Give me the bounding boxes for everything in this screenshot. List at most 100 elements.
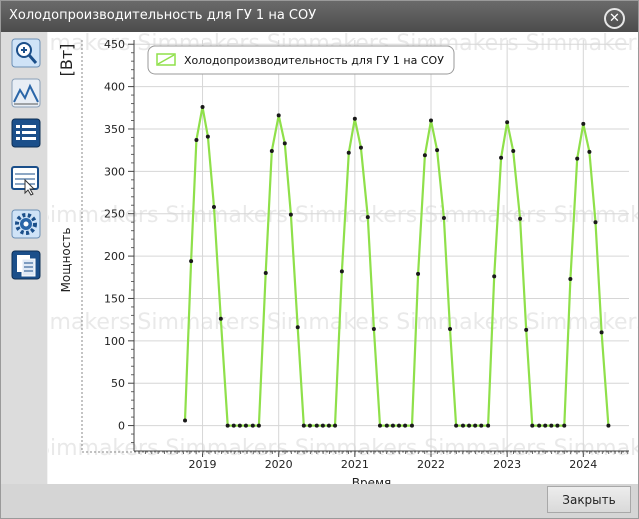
y-tick-label: 100 <box>104 335 125 348</box>
table-button[interactable] <box>11 166 41 196</box>
zoom-button[interactable] <box>11 38 41 68</box>
data-point <box>568 276 573 281</box>
table-pointer-icon <box>11 166 39 196</box>
legend-label: Холодопроизводительность для ГУ 1 на СОУ <box>184 54 444 67</box>
data-point <box>371 326 376 331</box>
data-point <box>486 423 491 428</box>
footer: Закрыть <box>1 484 638 518</box>
data-point <box>250 423 255 428</box>
toolbar <box>1 32 47 484</box>
data-point <box>454 423 459 428</box>
data-point <box>326 423 331 428</box>
data-point <box>441 215 446 220</box>
x-tick-label: 2024 <box>569 458 597 471</box>
data-point <box>460 423 465 428</box>
data-point <box>352 116 357 121</box>
close-icon[interactable]: ✕ <box>604 8 625 29</box>
chart-window: Холодопроизводительность для ГУ 1 на СОУ… <box>0 0 639 519</box>
data-point <box>269 149 274 154</box>
data-point <box>237 423 242 428</box>
data-point <box>282 141 287 146</box>
data-point <box>314 423 319 428</box>
data-point <box>276 113 281 118</box>
y-tick-label: 0 <box>118 420 125 433</box>
data-point <box>429 118 433 123</box>
data-point <box>505 120 510 125</box>
data-point <box>256 423 261 428</box>
data-point <box>435 148 440 153</box>
data-point <box>599 330 604 335</box>
data-point <box>225 423 230 428</box>
data-point <box>320 423 325 428</box>
data-point <box>301 423 306 428</box>
data-point <box>593 220 598 225</box>
data-point <box>587 149 592 154</box>
data-point <box>537 423 542 428</box>
line-chart: Simmakers Simmakers Simmakers Simmakers … <box>8 31 639 490</box>
y-tick-label: 400 <box>104 81 125 94</box>
data-point <box>543 423 548 428</box>
data-point <box>346 150 351 155</box>
data-point <box>263 271 268 276</box>
mountains-icon <box>11 78 41 108</box>
y-tick-label: 250 <box>104 208 125 221</box>
x-tick-label: 2020 <box>265 458 293 471</box>
window-title: Холодопроизводительность для ГУ 1 на СОУ <box>9 8 317 23</box>
data-point <box>211 204 216 209</box>
data-point <box>416 271 421 276</box>
data-point <box>606 423 611 428</box>
data-point <box>467 423 472 428</box>
close-button[interactable]: Закрыть <box>547 486 631 513</box>
data-point <box>295 325 300 330</box>
legend-button[interactable] <box>11 118 41 148</box>
data-point <box>189 259 194 264</box>
data-point <box>562 423 567 428</box>
watermark-text: Simmakers Simmakers Simmakers Simmakers … <box>48 203 638 228</box>
watermark-text: Simmakers Simmakers Simmakers Simmakers … <box>48 310 638 335</box>
y-axis-label: Мощность <box>59 228 73 293</box>
x-axis-label: Время <box>352 476 392 484</box>
data-point <box>409 423 414 428</box>
data-point <box>403 423 408 428</box>
x-tick-label: 2022 <box>417 458 445 471</box>
x-tick-label: 2019 <box>189 458 217 471</box>
data-point <box>549 423 554 428</box>
data-point <box>365 215 370 220</box>
y-tick-label: 50 <box>111 377 125 390</box>
x-tick-label: 2023 <box>493 458 521 471</box>
list-icon <box>11 118 41 148</box>
data-point <box>575 156 580 161</box>
settings-button[interactable] <box>11 209 41 239</box>
data-point <box>205 134 210 139</box>
data-point <box>422 153 427 158</box>
data-point <box>183 418 188 423</box>
title-bar[interactable]: Холодопроизводительность для ГУ 1 на СОУ… <box>1 1 638 32</box>
y-tick-label: 450 <box>104 38 125 51</box>
data-point <box>479 423 484 428</box>
data-point <box>243 423 248 428</box>
data-point <box>581 121 586 126</box>
data-point <box>397 423 402 428</box>
chart-area: Simmakers Simmakers Simmakers Simmakers … <box>8 31 639 490</box>
data-point <box>358 145 363 150</box>
data-point <box>448 326 453 331</box>
data-point <box>333 423 338 428</box>
data-point <box>231 423 236 428</box>
copy-button[interactable] <box>11 250 41 280</box>
data-point <box>384 423 389 428</box>
zoom-icon <box>11 38 41 68</box>
data-point <box>492 274 497 279</box>
data-point <box>377 423 382 428</box>
copy-icon <box>11 250 41 280</box>
gear-icon <box>11 209 41 239</box>
view-all-button[interactable] <box>11 78 41 108</box>
data-point <box>518 216 523 221</box>
y-tick-label: 300 <box>104 165 125 178</box>
data-point <box>473 423 478 428</box>
data-point <box>524 327 529 332</box>
data-point <box>499 155 504 160</box>
data-point <box>390 423 395 428</box>
y-tick-label: 350 <box>104 123 125 136</box>
data-point <box>511 149 516 154</box>
x-tick-label: 2021 <box>341 458 369 471</box>
